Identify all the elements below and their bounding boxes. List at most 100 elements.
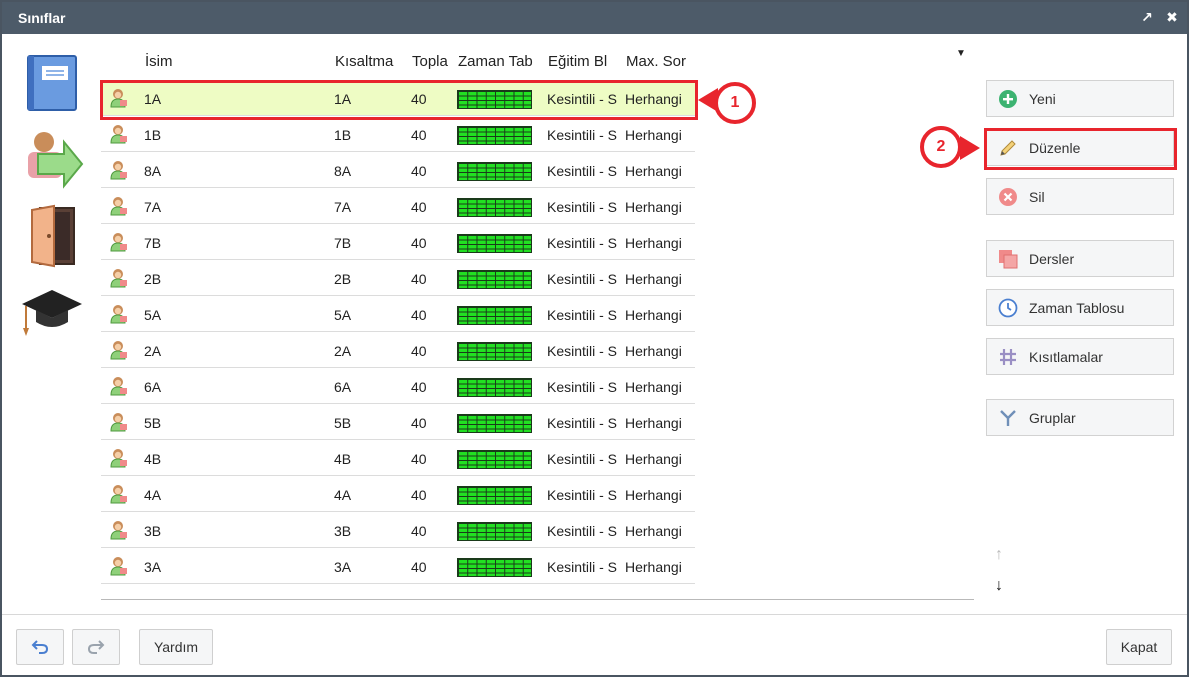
cell-max: Herhangi (625, 163, 682, 179)
delete-button[interactable]: Sil (986, 178, 1174, 215)
cell-max: Herhangi (625, 91, 682, 107)
close-button[interactable]: Kapat (1106, 629, 1172, 665)
cell-name: 2B (144, 271, 162, 287)
constraints-button[interactable]: Kısıtlamalar (986, 338, 1174, 375)
cell-name: 2A (144, 343, 162, 359)
cell-total: 40 (411, 559, 427, 575)
new-button[interactable]: Yeni (986, 80, 1174, 117)
cell-abbreviation: 3A (334, 559, 352, 575)
header-max[interactable]: Max. Sor (626, 53, 694, 70)
move-people-icon[interactable] (20, 128, 84, 192)
timetable-grid (457, 414, 532, 433)
cell-abbreviation: 6A (334, 379, 352, 395)
classes-table: İsim Kısaltma Topla Zaman Tab Eğitim Bl … (101, 44, 974, 600)
table-row[interactable]: 3B 3B 40 Kesintili - S Herhangi (101, 512, 695, 548)
table-row[interactable]: 7A 7A 40 Kesintili - S Herhangi (101, 188, 695, 224)
table-row[interactable]: 5B 5B 40 Kesintili - S Herhangi (101, 404, 695, 440)
table-row[interactable]: 6A 6A 40 Kesintili - S Herhangi (101, 368, 695, 404)
groups-button[interactable]: Gruplar (986, 399, 1174, 436)
maximize-icon[interactable]: ↗ (1138, 8, 1156, 26)
clock-icon (998, 298, 1018, 318)
table-row[interactable]: 3A 3A 40 Kesintili - S Herhangi (101, 548, 695, 584)
cell-max: Herhangi (625, 379, 682, 395)
cell-education-block: Kesintili - S (547, 559, 618, 575)
lessons-button[interactable]: Dersler (986, 240, 1174, 277)
cell-max: Herhangi (625, 415, 682, 431)
column-menu-icon[interactable]: ▼ (956, 48, 966, 59)
help-button[interactable]: Yardım (139, 629, 213, 665)
class-person-icon (109, 412, 129, 432)
cell-total: 40 (411, 91, 427, 107)
class-person-icon (109, 556, 129, 576)
cell-max: Herhangi (625, 199, 682, 215)
class-person-icon (109, 340, 129, 360)
table-row[interactable]: 4B 4B 40 Kesintili - S Herhangi (101, 440, 695, 476)
redo-button[interactable] (72, 629, 120, 665)
header-total[interactable]: Topla (412, 53, 450, 70)
graduation-cap-icon[interactable] (20, 280, 84, 344)
cell-total: 40 (411, 487, 427, 503)
cell-education-block: Kesintili - S (547, 415, 618, 431)
notebook-icon[interactable] (20, 52, 84, 116)
cell-education-block: Kesintili - S (547, 163, 618, 179)
cell-name: 7A (144, 199, 162, 215)
cell-abbreviation: 1A (334, 91, 352, 107)
class-person-icon (109, 376, 129, 396)
cell-education-block: Kesintili - S (547, 487, 618, 503)
edit-button[interactable]: Düzenle (986, 129, 1174, 166)
cell-abbreviation: 7B (334, 235, 352, 251)
cell-total: 40 (411, 307, 427, 323)
cell-education-block: Kesintili - S (547, 523, 618, 539)
table-row[interactable]: 1A 1A 40 Kesintili - S Herhangi (101, 80, 695, 116)
timetable-grid (457, 450, 532, 469)
footer-divider (2, 614, 1187, 615)
timetable-grid (457, 342, 532, 361)
cell-name: 4B (144, 451, 162, 467)
header-name[interactable]: İsim (145, 53, 225, 70)
class-person-icon (109, 160, 129, 180)
cell-name: 4A (144, 487, 162, 503)
table-row[interactable]: 5A 5A 40 Kesintili - S Herhangi (101, 296, 695, 332)
class-person-icon (109, 304, 129, 324)
cell-abbreviation: 4B (334, 451, 352, 467)
cell-max: Herhangi (625, 559, 682, 575)
cell-abbreviation: 2A (334, 343, 352, 359)
cell-abbreviation: 8A (334, 163, 352, 179)
title-bar: Sınıflar ↗ ✖ (2, 2, 1187, 34)
cell-total: 40 (411, 163, 427, 179)
cell-total: 40 (411, 415, 427, 431)
header-education-block[interactable]: Eğitim Bl (548, 53, 618, 70)
timetable-grid (457, 486, 532, 505)
timetable-button[interactable]: Zaman Tablosu (986, 289, 1174, 326)
cell-education-block: Kesintili - S (547, 271, 618, 287)
header-timetable[interactable]: Zaman Tab (458, 53, 541, 70)
hash-icon (998, 347, 1018, 367)
cell-total: 40 (411, 451, 427, 467)
move-up-icon[interactable]: ↑ (990, 546, 1008, 564)
door-icon[interactable] (20, 204, 84, 268)
table-row[interactable]: 4A 4A 40 Kesintili - S Herhangi (101, 476, 695, 512)
cell-education-block: Kesintili - S (547, 379, 618, 395)
table-row[interactable]: 8A 8A 40 Kesintili - S Herhangi (101, 152, 695, 188)
cell-education-block: Kesintili - S (547, 127, 618, 143)
cell-abbreviation: 7A (334, 199, 352, 215)
move-down-icon[interactable]: ↓ (990, 577, 1008, 595)
table-row[interactable]: 2A 2A 40 Kesintili - S Herhangi (101, 332, 695, 368)
timetable-grid (457, 234, 532, 253)
close-icon[interactable]: ✖ (1163, 8, 1181, 26)
table-row[interactable]: 2B 2B 40 Kesintili - S Herhangi (101, 260, 695, 296)
undo-button[interactable] (16, 629, 64, 665)
cell-total: 40 (411, 523, 427, 539)
window-title: Sınıflar (18, 10, 66, 26)
cell-education-block: Kesintili - S (547, 91, 618, 107)
table-row[interactable]: 7B 7B 40 Kesintili - S Herhangi (101, 224, 695, 260)
class-person-icon (109, 196, 129, 216)
cell-max: Herhangi (625, 271, 682, 287)
classes-window: Sınıflar ↗ ✖ İsim Kısaltma Topla Zaman T… (0, 0, 1189, 677)
class-person-icon (109, 484, 129, 504)
table-row[interactable]: 1B 1B 40 Kesintili - S Herhangi (101, 116, 695, 152)
class-person-icon (109, 88, 129, 108)
header-abbreviation[interactable]: Kısaltma (335, 53, 403, 70)
cell-total: 40 (411, 235, 427, 251)
cell-name: 7B (144, 235, 162, 251)
